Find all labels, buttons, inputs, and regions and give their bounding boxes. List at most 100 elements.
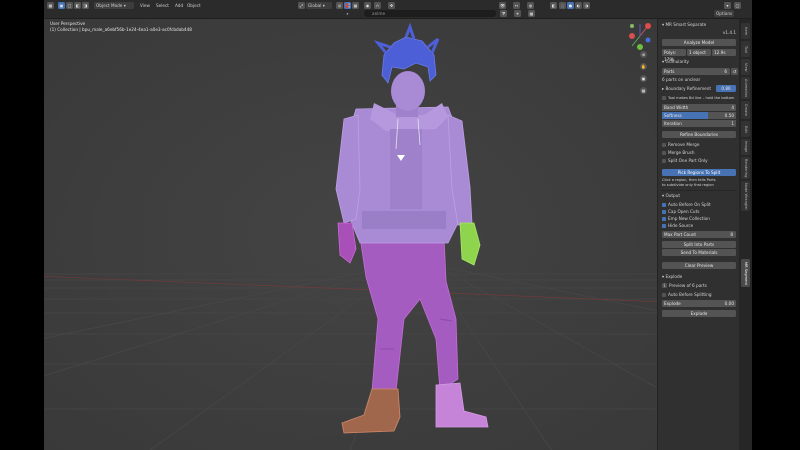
explode-header[interactable]: ▾ Explode bbox=[662, 273, 736, 280]
info-icon: i bbox=[662, 283, 667, 288]
band-width-label: Band Width bbox=[664, 105, 689, 110]
options-dropdown[interactable]: Options bbox=[714, 10, 735, 17]
analyze-model-button[interactable]: Analyze Model bbox=[662, 39, 736, 46]
tab-rendering[interactable]: Rendering bbox=[741, 157, 750, 179]
tab-tool[interactable]: Tool bbox=[741, 41, 750, 57]
explode-slider[interactable]: Explode 0.00 bbox=[662, 300, 736, 307]
gizmo-icon[interactable]: ✥ bbox=[388, 2, 395, 9]
3d-viewport[interactable]: User Perspective (1) Collection | bpu_ma… bbox=[44, 19, 657, 450]
tab-item[interactable]: Item bbox=[741, 23, 750, 39]
panel-header[interactable]: ▾ MR Smart Separate bbox=[662, 21, 736, 28]
mode-dropdown[interactable]: Object Mode ▾ bbox=[94, 2, 134, 9]
send-to-materials-button[interactable]: Send To Materials bbox=[662, 249, 736, 256]
falloff-icon[interactable]: ∩ bbox=[374, 2, 381, 9]
output-label: Output bbox=[665, 193, 680, 198]
tab-mr-segment[interactable]: MR Segment bbox=[741, 259, 750, 287]
shading-rendered-icon[interactable]: ◑ bbox=[583, 2, 590, 9]
stat-time: 12.9s bbox=[712, 49, 736, 56]
editor-type-icon[interactable]: ▦ bbox=[47, 2, 54, 9]
grid-icon[interactable]: ▦ bbox=[528, 10, 535, 17]
visibility-icon[interactable]: 👁 bbox=[499, 2, 506, 9]
explode-slider-label: Explode bbox=[664, 301, 681, 306]
view-settings-icon[interactable]: ▾ bbox=[724, 2, 731, 9]
menu-select[interactable]: Select bbox=[156, 2, 169, 9]
transform-orientation-icon[interactable]: ⤢ bbox=[298, 2, 305, 9]
orientation-label: Global bbox=[308, 3, 322, 8]
camera-icon[interactable]: ▣ bbox=[640, 75, 647, 82]
select-box-icon[interactable]: ▣ bbox=[58, 2, 65, 9]
output-header[interactable]: ▾ Output bbox=[662, 192, 736, 199]
tab-animation[interactable]: Animation bbox=[741, 77, 750, 99]
sidebar-tabs: Item Tool View Animation Create Edit Ima… bbox=[739, 19, 752, 450]
explode-button[interactable]: Explode bbox=[662, 310, 736, 317]
iteration-slider[interactable]: Iteration 1 bbox=[662, 120, 736, 127]
boundary-value[interactable]: 0.86 bbox=[716, 85, 736, 92]
auto-before-splitting-row[interactable]: Auto Before Splitting bbox=[662, 291, 736, 298]
snap-icon[interactable]: 🧲 bbox=[344, 2, 351, 9]
tab-node-wrangler[interactable]: Node Wrangler bbox=[741, 181, 750, 211]
tab-edit[interactable]: Edit bbox=[741, 121, 750, 137]
new-collection-row[interactable]: Emp New Collection bbox=[662, 215, 736, 222]
zoom-icon[interactable]: ⊕ bbox=[640, 51, 647, 58]
parts-value: 6 bbox=[724, 69, 727, 74]
search-input[interactable]: anime bbox=[364, 10, 496, 17]
ortho-grid-icon[interactable]: ▦ bbox=[640, 87, 647, 94]
split-into-parts-button[interactable]: Split Into Parts bbox=[662, 241, 736, 248]
parts-summary: 6 parts on unclear bbox=[662, 77, 701, 82]
merge-brush-row[interactable]: Merge Brush bbox=[662, 149, 736, 156]
shading-solid-icon[interactable]: ● bbox=[567, 2, 574, 9]
pick-regions-button[interactable]: Pick Regions To Split bbox=[662, 169, 736, 176]
remove-merge-row[interactable]: Remove Merge bbox=[662, 141, 736, 148]
collection-info: (1) Collection | bpu_male_a6ebf56b-1e24-… bbox=[50, 27, 192, 32]
hide-source-label: Hide Source bbox=[668, 223, 694, 228]
tab-view[interactable]: View bbox=[741, 59, 750, 75]
parts-field[interactable]: Parts 6 bbox=[662, 68, 730, 75]
preview-parts-label: Preview of 6 parts bbox=[669, 283, 707, 288]
softness-slider[interactable]: Softness 0.50 bbox=[662, 112, 736, 119]
tab-create[interactable]: Create bbox=[741, 101, 750, 119]
auto-before-splitting-label: Auto Before Splitting bbox=[668, 292, 712, 297]
overlays-icon[interactable]: ◍ bbox=[527, 2, 534, 9]
split-one-part-row[interactable]: Split One Part Only bbox=[662, 157, 736, 164]
gizmos-toggle-icon[interactable]: ↔ bbox=[513, 2, 520, 9]
band-width-slider[interactable]: Band Width 4 bbox=[662, 104, 736, 111]
viewport-scene bbox=[44, 19, 657, 450]
pan-hand-icon[interactable]: ✋ bbox=[640, 63, 647, 70]
cap-open-label: Cap Open Cuts bbox=[668, 209, 700, 214]
menu-view[interactable]: View bbox=[140, 2, 150, 9]
parts-reset-icon[interactable]: ↺ bbox=[731, 68, 738, 75]
select-extend-icon[interactable]: ◧ bbox=[74, 2, 81, 9]
shading-material-icon[interactable]: ◐ bbox=[575, 2, 582, 9]
auto-before-split-row[interactable]: Auto Before On Split bbox=[662, 201, 736, 208]
mode-label: Object Mode bbox=[96, 3, 123, 8]
pin-icon[interactable]: ⌖ bbox=[514, 10, 521, 17]
preview-parts-row: i Preview of 6 parts bbox=[662, 282, 736, 289]
granularity-label: Granularity bbox=[665, 59, 690, 64]
xray-icon[interactable]: ◧ bbox=[550, 2, 557, 9]
remove-merge-label: Remove Merge bbox=[668, 142, 700, 147]
boundary-label: Boundary Refinement bbox=[665, 86, 712, 91]
cap-open-cuts-row[interactable]: Cap Open Cuts bbox=[662, 208, 736, 215]
filter-icon[interactable]: ⧩ bbox=[500, 10, 507, 17]
softness-label: Softness bbox=[664, 113, 682, 118]
band-width-value: 4 bbox=[731, 105, 734, 110]
select-subtract-icon[interactable]: ◨ bbox=[82, 2, 89, 9]
menu-add[interactable]: Add bbox=[175, 2, 183, 9]
proportional-edit-icon[interactable]: ◉ bbox=[364, 2, 371, 9]
menu-object[interactable]: Object bbox=[187, 2, 201, 9]
snap-target-icon[interactable]: ▦ bbox=[352, 2, 359, 9]
maximize-icon[interactable]: ▢ bbox=[734, 2, 741, 9]
pivot-icon[interactable]: ◎ bbox=[336, 2, 343, 9]
tab-image[interactable]: Image bbox=[741, 139, 750, 155]
refine-boundaries-button[interactable]: Refine Boundaries bbox=[662, 131, 736, 138]
max-part-count-field[interactable]: Max Part Count 8 bbox=[662, 231, 736, 238]
tool-hint-text: Tool makes Bd line – hold the bottom bbox=[668, 96, 735, 100]
max-part-label: Max Part Count bbox=[664, 232, 697, 237]
explode-slider-value: 0.00 bbox=[724, 301, 734, 306]
granularity-header[interactable]: ▾ Granularity bbox=[662, 58, 736, 65]
orientation-dropdown[interactable]: Global ▾ bbox=[306, 2, 332, 9]
hide-source-row[interactable]: Hide Source bbox=[662, 222, 736, 229]
clear-preview-button[interactable]: Clear Preview bbox=[662, 262, 736, 269]
shading-wireframe-icon[interactable]: ◌ bbox=[559, 2, 566, 9]
select-mode-icon[interactable]: ▢ bbox=[66, 2, 73, 9]
